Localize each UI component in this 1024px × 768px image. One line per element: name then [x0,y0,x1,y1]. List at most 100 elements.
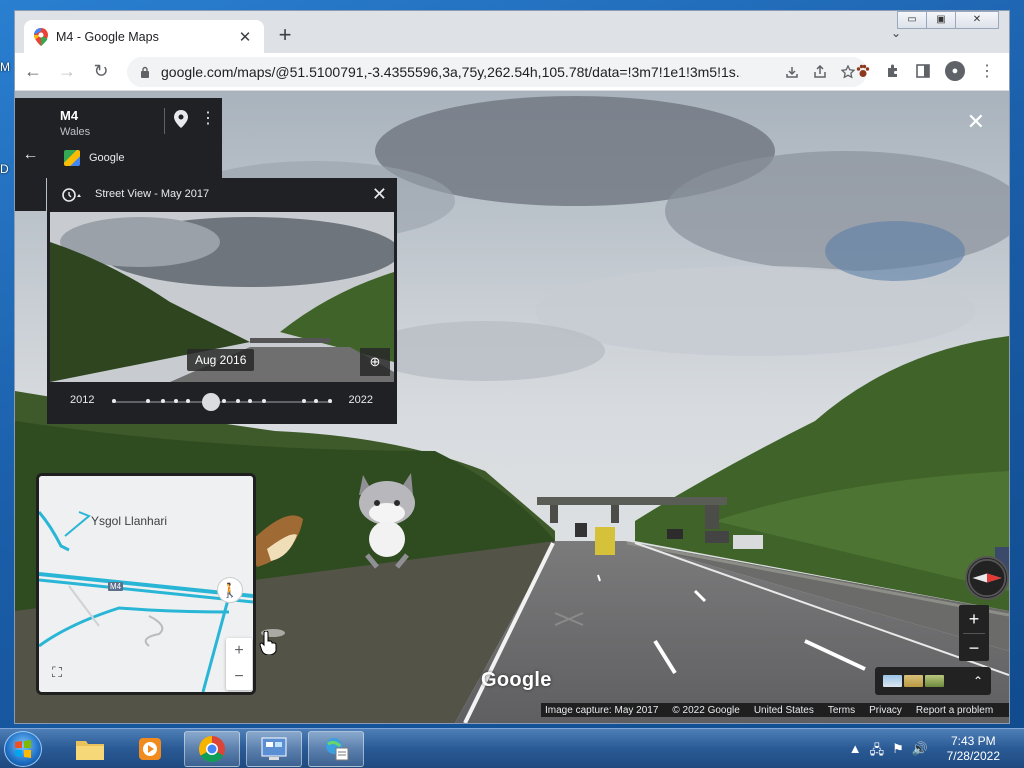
timeline-stop[interactable] [146,399,150,403]
start-button[interactable] [4,731,42,767]
historic-thumbnail[interactable]: Aug 2016 ⊕ [50,212,394,382]
system-tray: ▲ 🖧 ⚑ 🔊 [849,741,928,763]
timeline-slider[interactable] [112,393,332,411]
expand-imagery-icon[interactable]: ⌃ [973,674,983,688]
exit-street-view-icon[interactable]: ✕ [967,109,985,135]
desktop-icon-label[interactable]: M [0,60,10,74]
street-view-zoom-control: + − [959,605,989,661]
back-to-map-button[interactable]: ← [15,98,46,211]
address-bar[interactable]: google.com/maps/@51.5100791,-3.4355596,3… [127,57,867,87]
browser-window: M4 - Google Maps ✕ + ⌄ ▭ ▣ ✕ ← → ↻ googl… [14,10,1010,724]
zoom-in-button[interactable]: + [959,605,989,633]
timeline-stop[interactable] [314,399,318,403]
report-problem-link[interactable]: Report a problem [916,705,993,716]
taskbar: ▲ 🖧 ⚑ 🔊 7:43 PM 7/28/2022 [0,728,1024,768]
taskbar-media-player[interactable] [122,731,178,767]
tab-title: M4 - Google Maps [56,29,159,44]
place-source: Google [89,152,125,164]
imagery-thumbnail[interactable] [925,675,944,687]
fullscreen-map-icon[interactable]: ⛶ [47,662,67,682]
windows-logo-icon [15,740,31,758]
window-controls: ▭ ▣ ✕ [897,11,999,29]
tab-close-icon[interactable]: ✕ [236,28,254,46]
share-icon[interactable] [813,65,827,79]
reload-button[interactable]: ↻ [85,56,117,88]
taskbar-app[interactable] [246,731,302,767]
timeline-handle[interactable] [202,393,220,411]
clock-time: 7:43 PM [950,734,996,748]
maximize-button[interactable]: ▣ [926,11,956,29]
taskbar-app[interactable] [308,731,364,767]
region-link[interactable]: United States [754,705,814,716]
time-panel-title: Street View - May 2017 [95,188,210,200]
timeline-stop[interactable] [222,399,226,403]
time-travel-panel: Street View - May 2017 ✕ Aug 2016 ⊕ 2012… [47,178,397,424]
attribution-bar: Image capture: May 2017 © 2022 Google Un… [541,703,1009,717]
minimap[interactable]: Ysgol Llanhari M4 🚶 ⛶ + − [36,473,256,695]
zoom-thumbnail-icon[interactable]: ⊕ [360,348,390,376]
timeline-stop[interactable] [112,399,116,403]
network-icon[interactable]: 🖧 [870,741,885,763]
browser-menu-icon[interactable]: ⋮ [979,61,995,81]
imagery-thumbnail[interactable] [883,675,902,687]
close-time-panel-icon[interactable]: ✕ [372,184,387,205]
taskbar-clock[interactable]: 7:43 PM 7/28/2022 [947,734,1000,764]
timeline-stop[interactable] [174,399,178,403]
omnibox-actions [785,65,855,79]
compass-icon[interactable] [965,556,1009,600]
timeline-end-year: 2022 [348,394,373,406]
privacy-link[interactable]: Privacy [869,705,902,716]
minimap-zoom-in-button[interactable]: + [226,638,252,664]
lock-icon[interactable] [137,66,153,78]
back-button[interactable]: ← [17,56,49,88]
chrome-icon [198,735,225,763]
timeline-stop[interactable] [186,399,190,403]
close-window-button[interactable]: ✕ [955,11,999,29]
desktop-icon-label[interactable]: D [0,162,9,176]
timeline-stop[interactable] [161,399,165,403]
image-capture-date: Image capture: May 2017 [545,704,659,716]
forward-button[interactable]: → [51,56,83,88]
sidebar-icon[interactable] [915,63,931,79]
media-player-icon [139,738,161,760]
show-hidden-icons-icon[interactable]: ▲ [849,741,862,763]
taskbar-explorer[interactable] [62,731,118,767]
new-tab-button[interactable]: + [273,24,297,48]
timeline-stop[interactable] [328,399,332,403]
history-clock-icon[interactable] [61,187,83,203]
paw-extension-icon[interactable] [855,63,871,79]
more-options-icon[interactable]: ⋮ [200,108,216,128]
download-icon[interactable] [785,65,799,79]
timeline-stop[interactable] [262,399,266,403]
network-globe-icon [326,738,349,761]
bookmark-star-icon[interactable] [841,65,855,79]
extension-area: ● ⋮ [855,61,995,81]
timeline-stop[interactable] [236,399,240,403]
minimap-zoom-out-button[interactable]: − [226,664,252,690]
tab-google-maps[interactable]: M4 - Google Maps ✕ [24,20,264,53]
timeline-stop[interactable] [248,399,252,403]
clock-date: 7/28/2022 [946,749,1000,763]
place-card: M4 Wales ⋮ Google [46,98,222,178]
hand-cursor-icon [259,631,277,655]
minimize-button[interactable]: ▭ [897,11,927,29]
imagery-thumbnail[interactable] [904,675,923,687]
imagery-strip[interactable]: ⌃ [875,667,991,695]
url-text[interactable]: google.com/maps/@51.5100791,-3.4355596,3… [161,64,741,80]
google-watermark: Google [481,669,552,691]
cat-sticker [359,473,415,569]
minimap-zoom-control: + − [226,638,252,690]
terms-link[interactable]: Terms [828,705,855,716]
action-center-flag-icon[interactable]: ⚑ [892,741,904,763]
street-view-viewport[interactable]: ← M4 Wales ⋮ Google Street View - May 20… [15,91,1009,723]
profile-avatar-icon[interactable]: ● [945,61,965,81]
zoom-out-button[interactable]: − [959,634,989,662]
place-title: M4 [60,108,79,123]
location-pin-icon[interactable] [174,110,188,128]
pegman-icon[interactable]: 🚶 [217,577,243,603]
puzzle-extensions-icon[interactable] [885,63,901,79]
timeline-stop[interactable] [302,399,306,403]
folder-icon [76,741,104,760]
taskbar-chrome[interactable] [184,731,240,767]
volume-icon[interactable]: 🔊 [912,741,928,763]
